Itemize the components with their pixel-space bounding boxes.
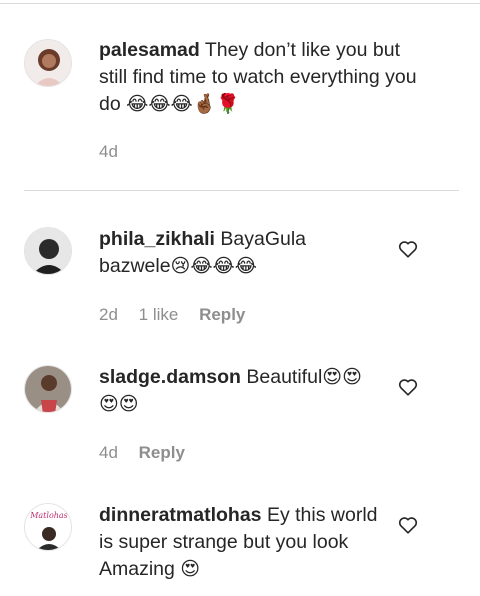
comment-username[interactable]: sladge.damson <box>99 366 241 388</box>
comment-body: phila_zikhali BayaGula bazwele😢😂😂😂 <box>99 226 359 280</box>
comment-username[interactable]: palesamad <box>99 39 200 61</box>
comment-emoji: 😂😂😂🤞🏾🌹 <box>126 93 241 115</box>
avatar[interactable] <box>24 39 72 87</box>
heart-outline-icon[interactable] <box>398 378 418 396</box>
avatar[interactable] <box>24 227 72 275</box>
comment-time: 2d <box>99 305 118 324</box>
comment-meta: 4d <box>99 142 134 162</box>
comment-text: Beautiful <box>246 366 323 388</box>
comment-username[interactable]: phila_zikhali <box>99 228 215 250</box>
comment-meta: 4d Reply <box>99 443 201 463</box>
comment-body: palesamad They don’t like you but still … <box>99 37 429 118</box>
top-divider <box>0 3 480 4</box>
reply-button[interactable]: Reply <box>199 305 245 324</box>
avatar[interactable]: Matlohas <box>24 503 72 551</box>
avatar[interactable] <box>24 365 72 413</box>
comment-likes[interactable]: 1 like <box>139 305 179 324</box>
comment-time: 4d <box>99 443 118 462</box>
avatar-logo-text: Matlohas <box>29 511 68 520</box>
section-divider <box>24 190 459 191</box>
heart-outline-icon[interactable] <box>398 240 418 258</box>
comment-emoji: 😢😂😂😂 <box>170 255 257 277</box>
comment-time: 4d <box>99 142 118 161</box>
comment-emoji: 😍 <box>180 558 201 580</box>
comment-username[interactable]: dinneratmatlohas <box>99 504 262 526</box>
comment-body: dinneratmatlohas Ey this world is super … <box>99 502 379 583</box>
comment-meta: 2d 1 like Reply <box>99 305 261 325</box>
heart-outline-icon[interactable] <box>398 516 418 534</box>
comment-body: sladge.damson Beautiful😍😍😍😍 <box>99 364 369 418</box>
reply-button[interactable]: Reply <box>139 443 185 462</box>
